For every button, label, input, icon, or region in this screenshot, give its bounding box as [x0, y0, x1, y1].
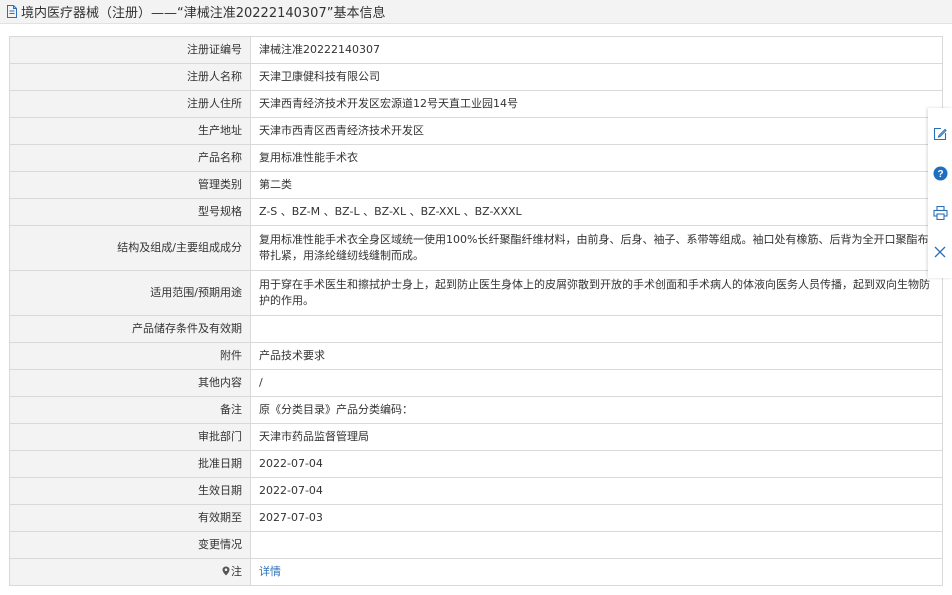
table-row: 附件 产品技术要求: [9, 342, 943, 370]
table-row: 注册人住所 天津西青经济技术开发区宏源道12号天直工业园14号: [9, 90, 943, 118]
row-value: 原《分类目录》产品分类编码：: [250, 396, 943, 424]
row-label: 附件: [9, 342, 251, 370]
table-row: 管理类别 第二类: [9, 171, 943, 199]
row-value: 第二类: [250, 171, 943, 199]
row-value: 2022-07-04: [250, 450, 943, 478]
table-row: 型号规格 Z-S 、BZ-M 、BZ-L 、BZ-XL 、BZ-XXL 、BZ-…: [9, 198, 943, 226]
row-label: 生效日期: [9, 477, 251, 505]
row-value: /: [250, 369, 943, 397]
side-toolbar: ?: [928, 108, 952, 278]
table-row: 注册人名称 天津卫康健科技有限公司: [9, 63, 943, 91]
info-table: 注册证编号 津械注准20222140307 注册人名称 天津卫康健科技有限公司 …: [9, 36, 943, 586]
table-row: 审批部门 天津市药品监督管理局: [9, 423, 943, 451]
table-row: 备注 原《分类目录》产品分类编码：: [9, 396, 943, 424]
table-row: 适用范围/预期用途 用于穿在手术医生和擦拭护士身上，起到防止医生身体上的皮屑弥散…: [9, 270, 943, 316]
row-value: 津械注准20222140307: [250, 36, 943, 64]
table-row: 注 详情: [9, 558, 943, 586]
row-value: 天津西青经济技术开发区宏源道12号天直工业园14号: [250, 90, 943, 118]
document-icon: [6, 5, 18, 18]
row-label: 型号规格: [9, 198, 251, 226]
row-value: 天津市药品监督管理局: [250, 423, 943, 451]
row-value: 天津卫康健科技有限公司: [250, 63, 943, 91]
row-label: 有效期至: [9, 504, 251, 532]
table-row: 其他内容 /: [9, 369, 943, 397]
row-label: 备注: [9, 396, 251, 424]
row-value: [250, 531, 943, 559]
row-label: 变更情况: [9, 531, 251, 559]
edit-icon[interactable]: [932, 126, 948, 142]
page-title: 境内医疗器械（注册）——“津械注准20222140307”基本信息: [21, 6, 386, 21]
row-value: 复用标准性能手术衣全身区域统一使用100%长纤聚酯纤维材料，由前身、后身、袖子、…: [250, 225, 943, 271]
table-row: 注册证编号 津械注准20222140307: [9, 36, 943, 64]
close-icon[interactable]: [932, 244, 948, 260]
map-pin-icon: [222, 565, 230, 576]
row-label: 管理类别: [9, 171, 251, 199]
row-label: 注册人住所: [9, 90, 251, 118]
note-label: 注: [231, 565, 242, 578]
print-icon[interactable]: [932, 205, 948, 221]
row-label: 注册人名称: [9, 63, 251, 91]
row-value: [250, 315, 943, 343]
page-title-bar: 境内医疗器械（注册）——“津械注准20222140307”基本信息: [0, 0, 952, 24]
details-link[interactable]: 详情: [259, 565, 281, 578]
row-label: 审批部门: [9, 423, 251, 451]
svg-text:?: ?: [937, 169, 943, 180]
table-row: 生产地址 天津市西青区西青经济技术开发区: [9, 117, 943, 145]
row-label: 产品名称: [9, 144, 251, 172]
row-label: 适用范围/预期用途: [9, 270, 251, 316]
row-label: 注册证编号: [9, 36, 251, 64]
info-table-container: 注册证编号 津械注准20222140307 注册人名称 天津卫康健科技有限公司 …: [9, 36, 943, 586]
table-row: 结构及组成/主要组成成分 复用标准性能手术衣全身区域统一使用100%长纤聚酯纤维…: [9, 225, 943, 271]
row-value: 天津市西青区西青经济技术开发区: [250, 117, 943, 145]
row-label: 其他内容: [9, 369, 251, 397]
row-label: 生产地址: [9, 117, 251, 145]
row-label: 结构及组成/主要组成成分: [9, 225, 251, 271]
table-row: 生效日期 2022-07-04: [9, 477, 943, 505]
row-value: 2027-07-03: [250, 504, 943, 532]
table-row: 变更情况: [9, 531, 943, 559]
row-value: 2022-07-04: [250, 477, 943, 505]
row-value: Z-S 、BZ-M 、BZ-L 、BZ-XL 、BZ-XXL 、BZ-XXXL: [250, 198, 943, 226]
row-value: 详情: [250, 558, 943, 586]
table-row: 产品名称 复用标准性能手术衣: [9, 144, 943, 172]
row-label: 产品储存条件及有效期: [9, 315, 251, 343]
row-label: 批准日期: [9, 450, 251, 478]
row-value: 产品技术要求: [250, 342, 943, 370]
row-value: 复用标准性能手术衣: [250, 144, 943, 172]
row-value: 用于穿在手术医生和擦拭护士身上，起到防止医生身体上的皮屑弥散到开放的手术创面和手…: [250, 270, 943, 316]
table-row: 产品储存条件及有效期: [9, 315, 943, 343]
table-row: 有效期至 2027-07-03: [9, 504, 943, 532]
row-label-note: 注: [9, 558, 251, 586]
table-row: 批准日期 2022-07-04: [9, 450, 943, 478]
help-icon[interactable]: ?: [932, 165, 948, 181]
